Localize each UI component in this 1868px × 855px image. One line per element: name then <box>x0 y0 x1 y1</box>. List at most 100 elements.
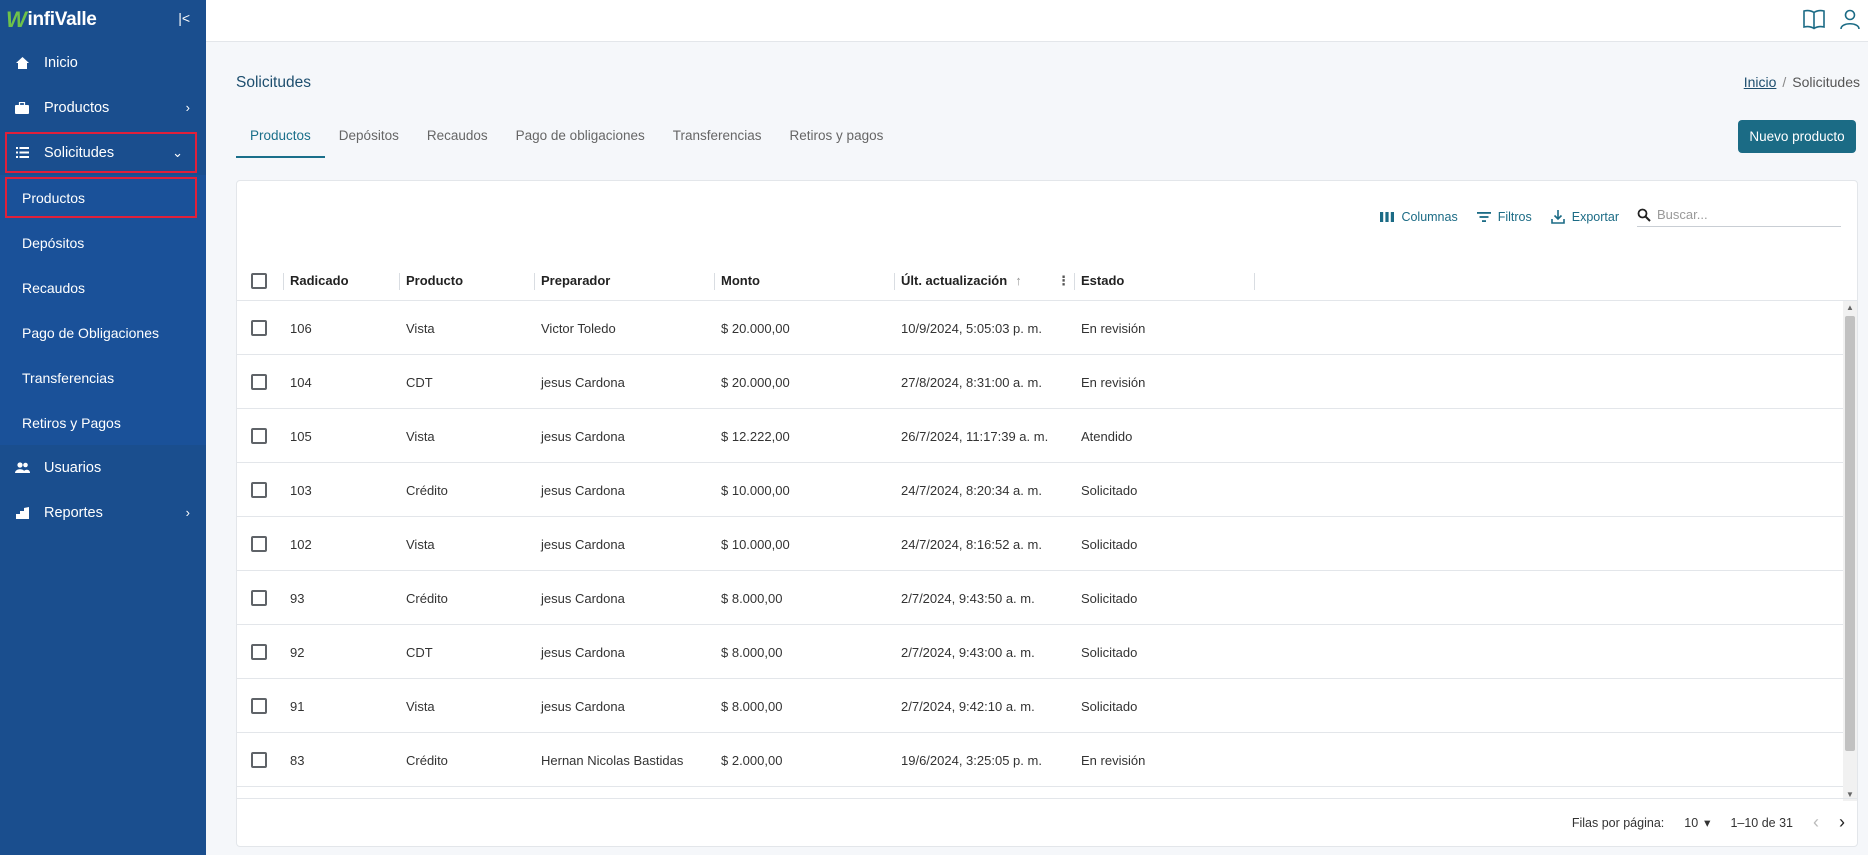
sidebar-subitem-recaudos[interactable]: Recaudos <box>0 265 206 310</box>
cell-preparador: jesus Cardona <box>541 698 625 714</box>
header-producto[interactable]: Producto <box>399 261 463 301</box>
cell-estado: Solicitado <box>1081 590 1138 606</box>
sidebar-item-productos[interactable]: Productos › <box>0 85 206 130</box>
tab-transferencias[interactable]: Transferencias <box>659 118 776 158</box>
cell-radicado: 104 <box>290 374 312 390</box>
row-checkbox[interactable] <box>251 536 267 552</box>
breadcrumb-current: Solicitudes <box>1792 74 1860 90</box>
sidebar-item-reportes[interactable]: Reportes › <box>0 490 206 535</box>
sidebar-subitem-transferencias[interactable]: Transferencias <box>0 355 206 400</box>
tab-depositos[interactable]: Depósitos <box>325 118 413 158</box>
dropdown-arrow-icon: ▾ <box>1704 816 1711 830</box>
breadcrumb-home-link[interactable]: Inicio <box>1744 74 1777 90</box>
search-input[interactable] <box>1657 207 1827 222</box>
cell-preparador: jesus Cardona <box>541 428 625 444</box>
header-monto[interactable]: Monto <box>714 261 760 301</box>
pagination-range: 1–10 de 31 <box>1730 815 1793 830</box>
row-checkbox[interactable] <box>251 590 267 606</box>
previous-page-icon[interactable]: ‹ <box>1813 812 1819 833</box>
chart-icon <box>12 506 32 519</box>
row-checkbox[interactable] <box>251 374 267 390</box>
row-checkbox[interactable] <box>251 482 267 498</box>
cell-preparador: jesus Cardona <box>541 482 625 498</box>
list-icon <box>12 147 32 158</box>
cell-radicado: 93 <box>290 590 305 606</box>
next-page-icon[interactable]: › <box>1839 812 1845 833</box>
top-icons <box>1802 8 1862 35</box>
sidebar-item-solicitudes[interactable]: Solicitudes ⌄ <box>3 130 199 175</box>
table-row[interactable]: 91 Vista jesus Cardona $ 8.000,00 2/7/20… <box>237 679 1843 733</box>
cell-radicado: 91 <box>290 698 305 714</box>
cell-producto: Crédito <box>406 752 448 768</box>
tab-productos[interactable]: Productos <box>236 118 325 158</box>
cell-radicado: 106 <box>290 320 312 336</box>
select-all-checkbox[interactable] <box>251 272 267 289</box>
user-profile-icon[interactable] <box>1838 8 1862 35</box>
table-row[interactable]: 83 Crédito Hernan Nicolas Bastidas $ 2.0… <box>237 733 1843 787</box>
sidebar-subitem-depositos[interactable]: Depósitos <box>0 220 206 265</box>
cell-monto: $ 10.000,00 <box>721 536 790 552</box>
header-preparador[interactable]: Preparador <box>534 261 610 301</box>
book-icon[interactable] <box>1802 8 1826 35</box>
collapse-sidebar-icon[interactable]: |< <box>178 10 190 26</box>
table-row[interactable]: 105 Vista jesus Cardona $ 12.222,00 26/7… <box>237 409 1843 463</box>
row-checkbox[interactable] <box>251 698 267 714</box>
sidebar-subitem-retiros-pagos[interactable]: Retiros y Pagos <box>0 400 206 445</box>
table-row[interactable]: 103 Crédito jesus Cardona $ 10.000,00 24… <box>237 463 1843 517</box>
tab-pago-obligaciones[interactable]: Pago de obligaciones <box>502 118 659 158</box>
sidebar-subitem-productos[interactable]: Productos <box>3 175 199 220</box>
cell-preparador: jesus Cardona <box>541 644 625 660</box>
column-separator <box>1254 273 1255 290</box>
table-body: 106 Vista Victor Toledo $ 20.000,00 10/9… <box>237 301 1843 801</box>
column-menu-icon[interactable]: ⋮ <box>1057 273 1070 289</box>
filters-button[interactable]: Filtros <box>1476 209 1532 225</box>
grid-toolbar: Columnas Filtros Exportar <box>1379 207 1841 227</box>
infivalle-logo: WinfiValle <box>6 7 97 32</box>
row-checkbox[interactable] <box>251 752 267 768</box>
table-scrollbar[interactable]: ▲ ▼ <box>1843 301 1857 801</box>
scroll-up-icon[interactable]: ▲ <box>1846 303 1854 312</box>
users-icon <box>12 462 32 473</box>
logo-row: WinfiValle |< <box>0 0 206 40</box>
table-header: Radicado Producto Preparador Monto Últ. … <box>237 261 1857 301</box>
table-row[interactable]: 93 Crédito jesus Cardona $ 8.000,00 2/7/… <box>237 571 1843 625</box>
cell-monto: $ 20.000,00 <box>721 374 790 390</box>
sidebar-subitem-pago-obligaciones[interactable]: Pago de Obligaciones <box>0 310 206 355</box>
cell-ultima-actualizacion: 27/8/2024, 8:31:00 a. m. <box>901 374 1042 390</box>
tab-recaudos[interactable]: Recaudos <box>413 118 502 158</box>
cell-ultima-actualizacion: 2/7/2024, 9:43:50 a. m. <box>901 590 1035 606</box>
table-row[interactable]: 104 CDT jesus Cardona $ 20.000,00 27/8/2… <box>237 355 1843 409</box>
header-ultima-actualizacion[interactable]: Últ. actualización ↑ <box>894 261 1022 301</box>
header-radicado[interactable]: Radicado <box>283 261 349 301</box>
tabs: Productos Depósitos Recaudos Pago de obl… <box>236 118 897 158</box>
row-checkbox[interactable] <box>251 320 267 336</box>
table-row[interactable]: 106 Vista Victor Toledo $ 20.000,00 10/9… <box>237 301 1843 355</box>
scrollbar-thumb[interactable] <box>1845 316 1855 751</box>
search-box <box>1637 207 1841 227</box>
cell-ultima-actualizacion: 2/7/2024, 9:43:00 a. m. <box>901 644 1035 660</box>
new-product-button[interactable]: Nuevo producto <box>1738 120 1856 153</box>
export-button[interactable]: Exportar <box>1550 209 1619 225</box>
row-checkbox[interactable] <box>251 644 267 660</box>
cell-radicado: 103 <box>290 482 312 498</box>
table-row[interactable]: 102 Vista jesus Cardona $ 10.000,00 24/7… <box>237 517 1843 571</box>
header-estado[interactable]: Estado <box>1074 261 1124 301</box>
tab-retiros-pagos[interactable]: Retiros y pagos <box>776 118 898 158</box>
sidebar-item-inicio[interactable]: Inicio <box>0 40 206 85</box>
cell-estado: Solicitado <box>1081 536 1138 552</box>
home-icon <box>12 56 32 69</box>
cell-producto: Crédito <box>406 590 448 606</box>
cell-estado: En revisión <box>1081 752 1146 768</box>
sidebar-item-usuarios[interactable]: Usuarios <box>0 445 206 490</box>
cell-monto: $ 8.000,00 <box>721 644 783 660</box>
columns-icon <box>1380 212 1395 222</box>
table-row[interactable]: 92 CDT jesus Cardona $ 8.000,00 2/7/2024… <box>237 625 1843 679</box>
chevron-down-icon: ⌄ <box>172 144 183 160</box>
sort-ascending-icon[interactable]: ↑ <box>1015 273 1022 288</box>
cell-ultima-actualizacion: 2/7/2024, 9:42:10 a. m. <box>901 698 1035 714</box>
rows-per-page-select[interactable]: 10 ▾ <box>1684 815 1711 831</box>
columns-button[interactable]: Columnas <box>1379 209 1458 225</box>
row-checkbox[interactable] <box>251 428 267 444</box>
cell-estado: En revisión <box>1081 320 1146 336</box>
cell-monto: $ 20.000,00 <box>721 320 790 336</box>
